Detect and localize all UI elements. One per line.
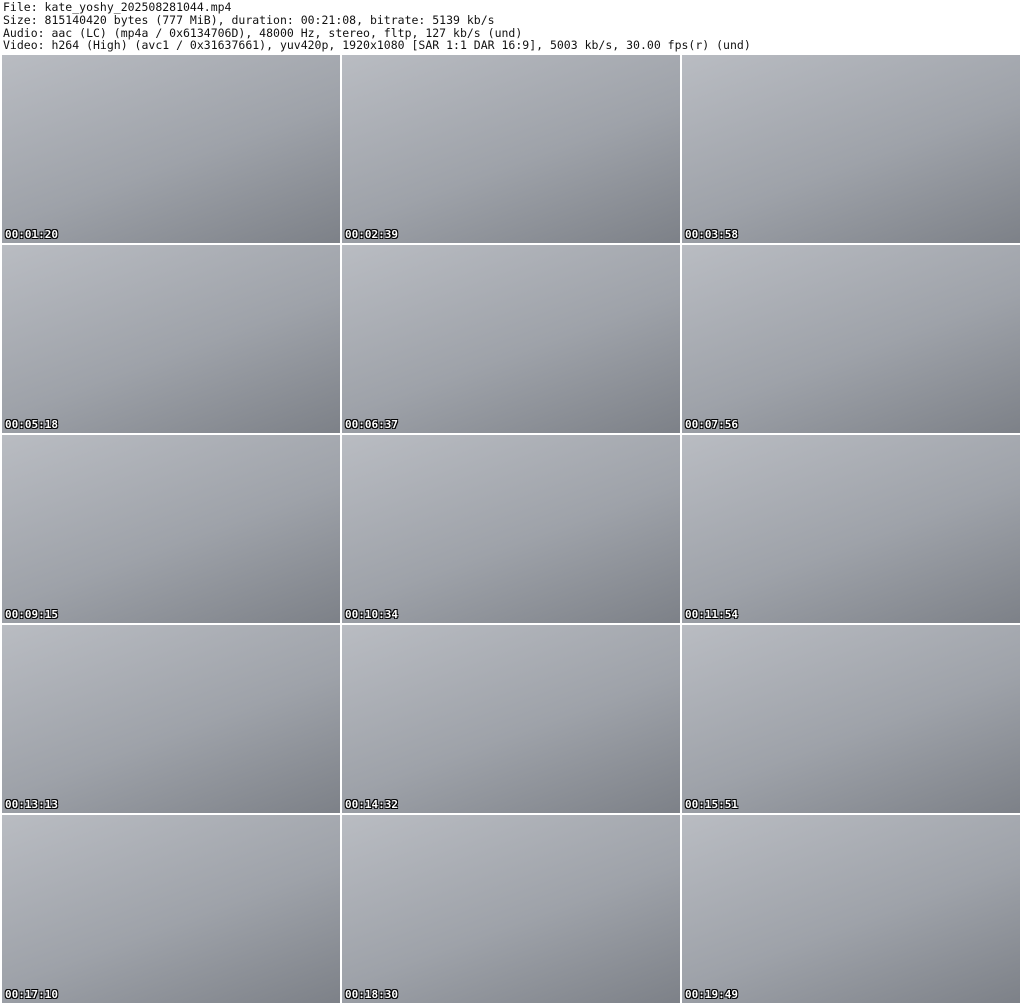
video-thumbnail: 00:06:37 — [342, 245, 680, 433]
video-thumbnail: 00:07:56 — [682, 245, 1020, 433]
video-thumbnail: 00:01:20 — [2, 55, 340, 243]
video-thumbnail: 00:14:32 — [342, 625, 680, 813]
file-info-header: File: kate_yoshy_202508281044.mp4 Size: 8… — [3, 1, 751, 52]
thumbnail-timestamp: 00:05:18 — [5, 418, 58, 431]
thumbnail-timestamp: 00:13:13 — [5, 798, 58, 811]
thumbnail-timestamp: 00:18:30 — [345, 988, 398, 1001]
video-thumbnail: 00:09:15 — [2, 435, 340, 623]
thumbnail-timestamp: 00:14:32 — [345, 798, 398, 811]
thumbnail-timestamp: 00:17:10 — [5, 988, 58, 1001]
thumbnail-grid: 00:01:20 00:02:39 00:03:58 00:05:18 00:06:37… — [2, 55, 1020, 1003]
video-thumbnail: 00:17:10 — [2, 815, 340, 1003]
thumbnail-timestamp: 00:06:37 — [345, 418, 398, 431]
video-thumbnail: 00:15:51 — [682, 625, 1020, 813]
thumbnail-timestamp: 00:03:58 — [685, 228, 738, 241]
file-name: File: kate_yoshy_202508281044.mp4 — [3, 0, 232, 14]
thumbnail-timestamp: 00:10:34 — [345, 608, 398, 621]
thumbnail-timestamp: 00:02:39 — [345, 228, 398, 241]
video-info: Video: h264 (High) (avc1 / 0x31637661), … — [3, 38, 751, 53]
video-thumbnail: 00:19:49 — [682, 815, 1020, 1003]
thumbnail-timestamp: 00:19:49 — [685, 988, 738, 1001]
thumbnail-timestamp: 00:11:54 — [685, 608, 738, 621]
thumbnail-timestamp: 00:09:15 — [5, 608, 58, 621]
video-thumbnail: 00:02:39 — [342, 55, 680, 243]
thumbnail-timestamp: 00:01:20 — [5, 228, 58, 241]
video-thumbnail: 00:13:13 — [2, 625, 340, 813]
thumbnail-timestamp: 00:07:56 — [685, 418, 738, 431]
video-thumbnail: 00:18:30 — [342, 815, 680, 1003]
thumbnail-timestamp: 00:15:51 — [685, 798, 738, 811]
video-thumbnail: 00:05:18 — [2, 245, 340, 433]
video-thumbnail: 00:10:34 — [342, 435, 680, 623]
video-thumbnail: 00:11:54 — [682, 435, 1020, 623]
video-thumbnail: 00:03:58 — [682, 55, 1020, 243]
file-size-info: Size: 815140420 bytes (777 MiB), duratio… — [3, 12, 495, 27]
